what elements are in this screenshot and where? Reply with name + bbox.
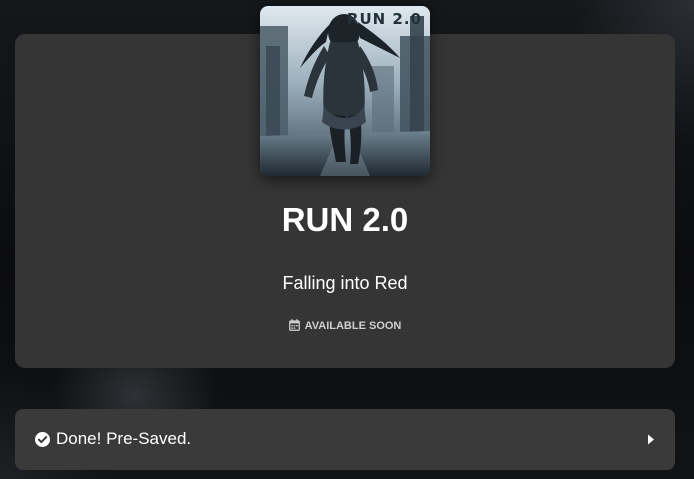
chevron-right-icon[interactable] [647,434,655,445]
presave-label: Done! Pre-Saved. [56,429,192,448]
release-title: RUN 2.0 [281,201,409,238]
calendar-icon [288,319,300,331]
release-status: AVAILABLE SOON [15,318,675,334]
check-circle-icon [35,432,50,447]
release-subtitle: Falling into Red [282,273,408,293]
release-status-text: AVAILABLE SOON [304,320,402,332]
presave-button[interactable]: Done! Pre-Saved. [15,409,675,470]
album-cover-text: RUN 2.0 [346,10,422,28]
album-cover-art [260,6,430,176]
album-cover: RUN 2.0 [260,6,430,176]
